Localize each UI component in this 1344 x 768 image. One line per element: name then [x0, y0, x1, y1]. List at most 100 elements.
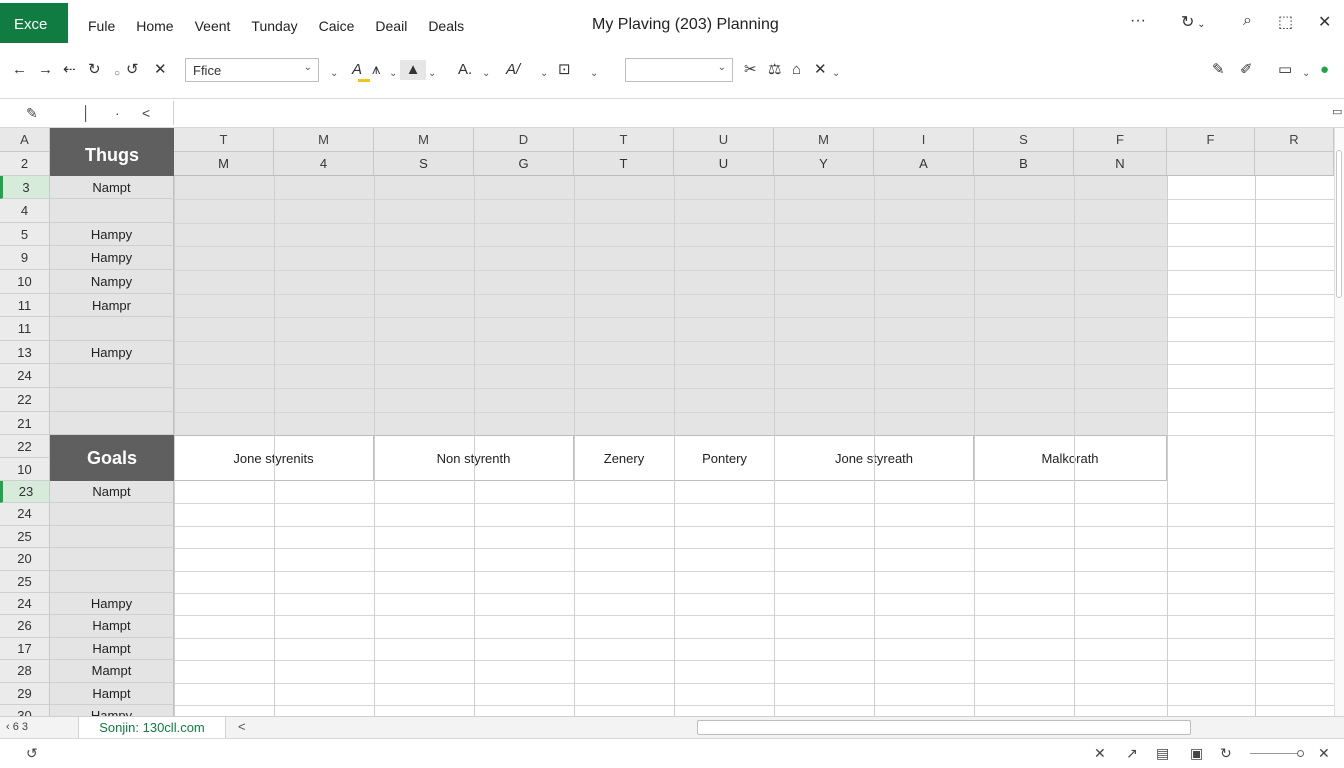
row-number[interactable]: 3: [0, 175, 50, 200]
row-label[interactable]: Hampy: [50, 246, 174, 270]
header-cell[interactable]: A: [874, 152, 974, 176]
row-number[interactable]: 26: [0, 615, 50, 638]
menu-item-deals[interactable]: Deals: [428, 18, 464, 34]
menu-item-insert[interactable]: Veent: [195, 18, 231, 34]
row-label[interactable]: Nampt: [50, 481, 174, 504]
format-painter-icon[interactable]: ⚖: [768, 60, 781, 80]
column-header[interactable]: A: [0, 128, 50, 152]
close-icon[interactable]: ✕: [1094, 745, 1106, 762]
status-refresh-icon[interactable]: ↺: [26, 745, 38, 762]
row-label[interactable]: Hampt: [50, 637, 174, 661]
header-cell[interactable]: S: [374, 152, 474, 176]
column-header[interactable]: U: [674, 128, 774, 152]
chevron-down-icon[interactable]: ⌄: [330, 64, 338, 84]
spreadsheet-grid[interactable]: A T M M D T U M I S F F R M 4 S G T U Y A B N 2 3 Nampt 4 5 Hampy 9 Ha…: [0, 128, 1334, 716]
edit-cell-icon[interactable]: ✎: [26, 105, 38, 122]
comment-icon[interactable]: ▭: [1278, 60, 1292, 80]
row-number[interactable]: 28: [0, 660, 50, 683]
header-cell[interactable]: G: [474, 152, 574, 176]
column-header[interactable]: T: [574, 128, 674, 152]
header-cell[interactable]: N: [1074, 152, 1167, 176]
layout-icon[interactable]: ▣: [1190, 745, 1203, 762]
row-label[interactable]: [50, 411, 174, 436]
row-number[interactable]: 24: [0, 503, 50, 526]
search-icon[interactable]: ⌕: [1243, 12, 1252, 30]
header-cell[interactable]: [1167, 152, 1255, 176]
menu-item-tunday[interactable]: Tunday: [251, 18, 297, 34]
row-number[interactable]: 29: [0, 682, 50, 705]
chevron-left-icon[interactable]: <: [238, 719, 246, 734]
column-header[interactable]: M: [774, 128, 874, 152]
menu-item-caice[interactable]: Caice: [319, 18, 355, 34]
circle-icon[interactable]: ↺: [126, 60, 139, 80]
header-cell[interactable]: U: [674, 152, 774, 176]
row-label[interactable]: Nampy: [50, 270, 174, 294]
status-close-icon[interactable]: ✕: [1318, 745, 1330, 762]
filter-icon[interactable]: ⩚: [372, 60, 380, 80]
row-number[interactable]: 5: [0, 222, 50, 247]
chevron-down-icon[interactable]: ⌄: [540, 64, 548, 84]
chevron-down-icon[interactable]: ⌄: [428, 64, 436, 84]
vertical-scroll-thumb[interactable]: [1336, 150, 1342, 298]
row-label[interactable]: [50, 364, 174, 388]
undo-icon[interactable]: ←: [12, 60, 27, 80]
arrow-icon[interactable]: ↗: [1126, 745, 1138, 762]
column-header[interactable]: I: [874, 128, 974, 152]
menu-item-home[interactable]: Home: [136, 18, 173, 34]
row-number[interactable]: 13: [0, 340, 50, 365]
refresh-icon[interactable]: ↻: [88, 60, 101, 80]
row-label[interactable]: Hampy: [50, 705, 174, 716]
row-number[interactable]: 11: [0, 293, 50, 318]
column-header[interactable]: M: [374, 128, 474, 152]
sheet-nav[interactable]: ‹ 6 3: [6, 721, 28, 733]
more-icon[interactable]: ···: [1130, 12, 1146, 30]
menu-item-deail[interactable]: Deail: [375, 18, 407, 34]
rotate-icon[interactable]: ↻: [1220, 745, 1232, 762]
row-number[interactable]: 23: [0, 481, 50, 504]
row-number[interactable]: 20: [0, 548, 50, 571]
row-number[interactable]: 2: [0, 152, 50, 176]
status-icon[interactable]: ●: [1320, 60, 1329, 80]
chevron-down-icon[interactable]: ⌄: [590, 64, 598, 84]
row-label[interactable]: Hampt: [50, 615, 174, 638]
row-number[interactable]: 25: [0, 525, 50, 549]
header-cell[interactable]: Y: [774, 152, 874, 176]
header-cell[interactable]: T: [574, 152, 674, 176]
font-size-icon[interactable]: A.: [458, 60, 472, 80]
row-label[interactable]: [50, 503, 174, 526]
clear-icon[interactable]: ✕: [814, 60, 827, 80]
share-icon[interactable]: ⬚: [1278, 12, 1293, 32]
column-header[interactable]: F: [1167, 128, 1255, 152]
expand-icon[interactable]: ▭: [1332, 105, 1342, 118]
row-label[interactable]: Hampt: [50, 682, 174, 705]
header-cell[interactable]: 4: [274, 152, 374, 176]
chevron-down-icon[interactable]: ⌄: [389, 64, 397, 84]
font-name-select[interactable]: Ffice ⌄: [185, 58, 319, 82]
row-number[interactable]: 11: [0, 317, 50, 341]
row-label[interactable]: [50, 388, 174, 412]
column-header[interactable]: S: [974, 128, 1074, 152]
row-number[interactable]: 10: [0, 270, 50, 294]
row-label[interactable]: [50, 317, 174, 341]
format-box-icon[interactable]: ⊡: [558, 60, 571, 80]
sheet-tab-active[interactable]: Sonjin: 130cll.com: [78, 717, 226, 739]
row-label[interactable]: Nampt: [50, 175, 174, 200]
font-color-icon[interactable]: A: [352, 60, 362, 80]
row-number[interactable]: 4: [0, 199, 50, 223]
zoom-slider-knob[interactable]: [1297, 750, 1304, 757]
close-icon[interactable]: ✕: [1318, 12, 1331, 32]
column-header[interactable]: F: [1074, 128, 1167, 152]
row-label[interactable]: [50, 199, 174, 223]
chevron-down-icon[interactable]: ⌄: [1302, 64, 1310, 84]
sync-icon[interactable]: ↻ ⌄: [1181, 12, 1206, 32]
row-number[interactable]: 10: [0, 458, 50, 481]
row-label[interactable]: [50, 548, 174, 571]
goal-column-header[interactable]: Pontery: [675, 435, 775, 481]
column-header[interactable]: M: [274, 128, 374, 152]
app-badge[interactable]: Exce: [0, 3, 68, 43]
row-label[interactable]: Hampy: [50, 593, 174, 616]
column-header[interactable]: R: [1255, 128, 1334, 152]
row-number[interactable]: 9: [0, 246, 50, 270]
header-cell[interactable]: [1255, 152, 1334, 176]
formula-input[interactable]: [182, 105, 1312, 123]
